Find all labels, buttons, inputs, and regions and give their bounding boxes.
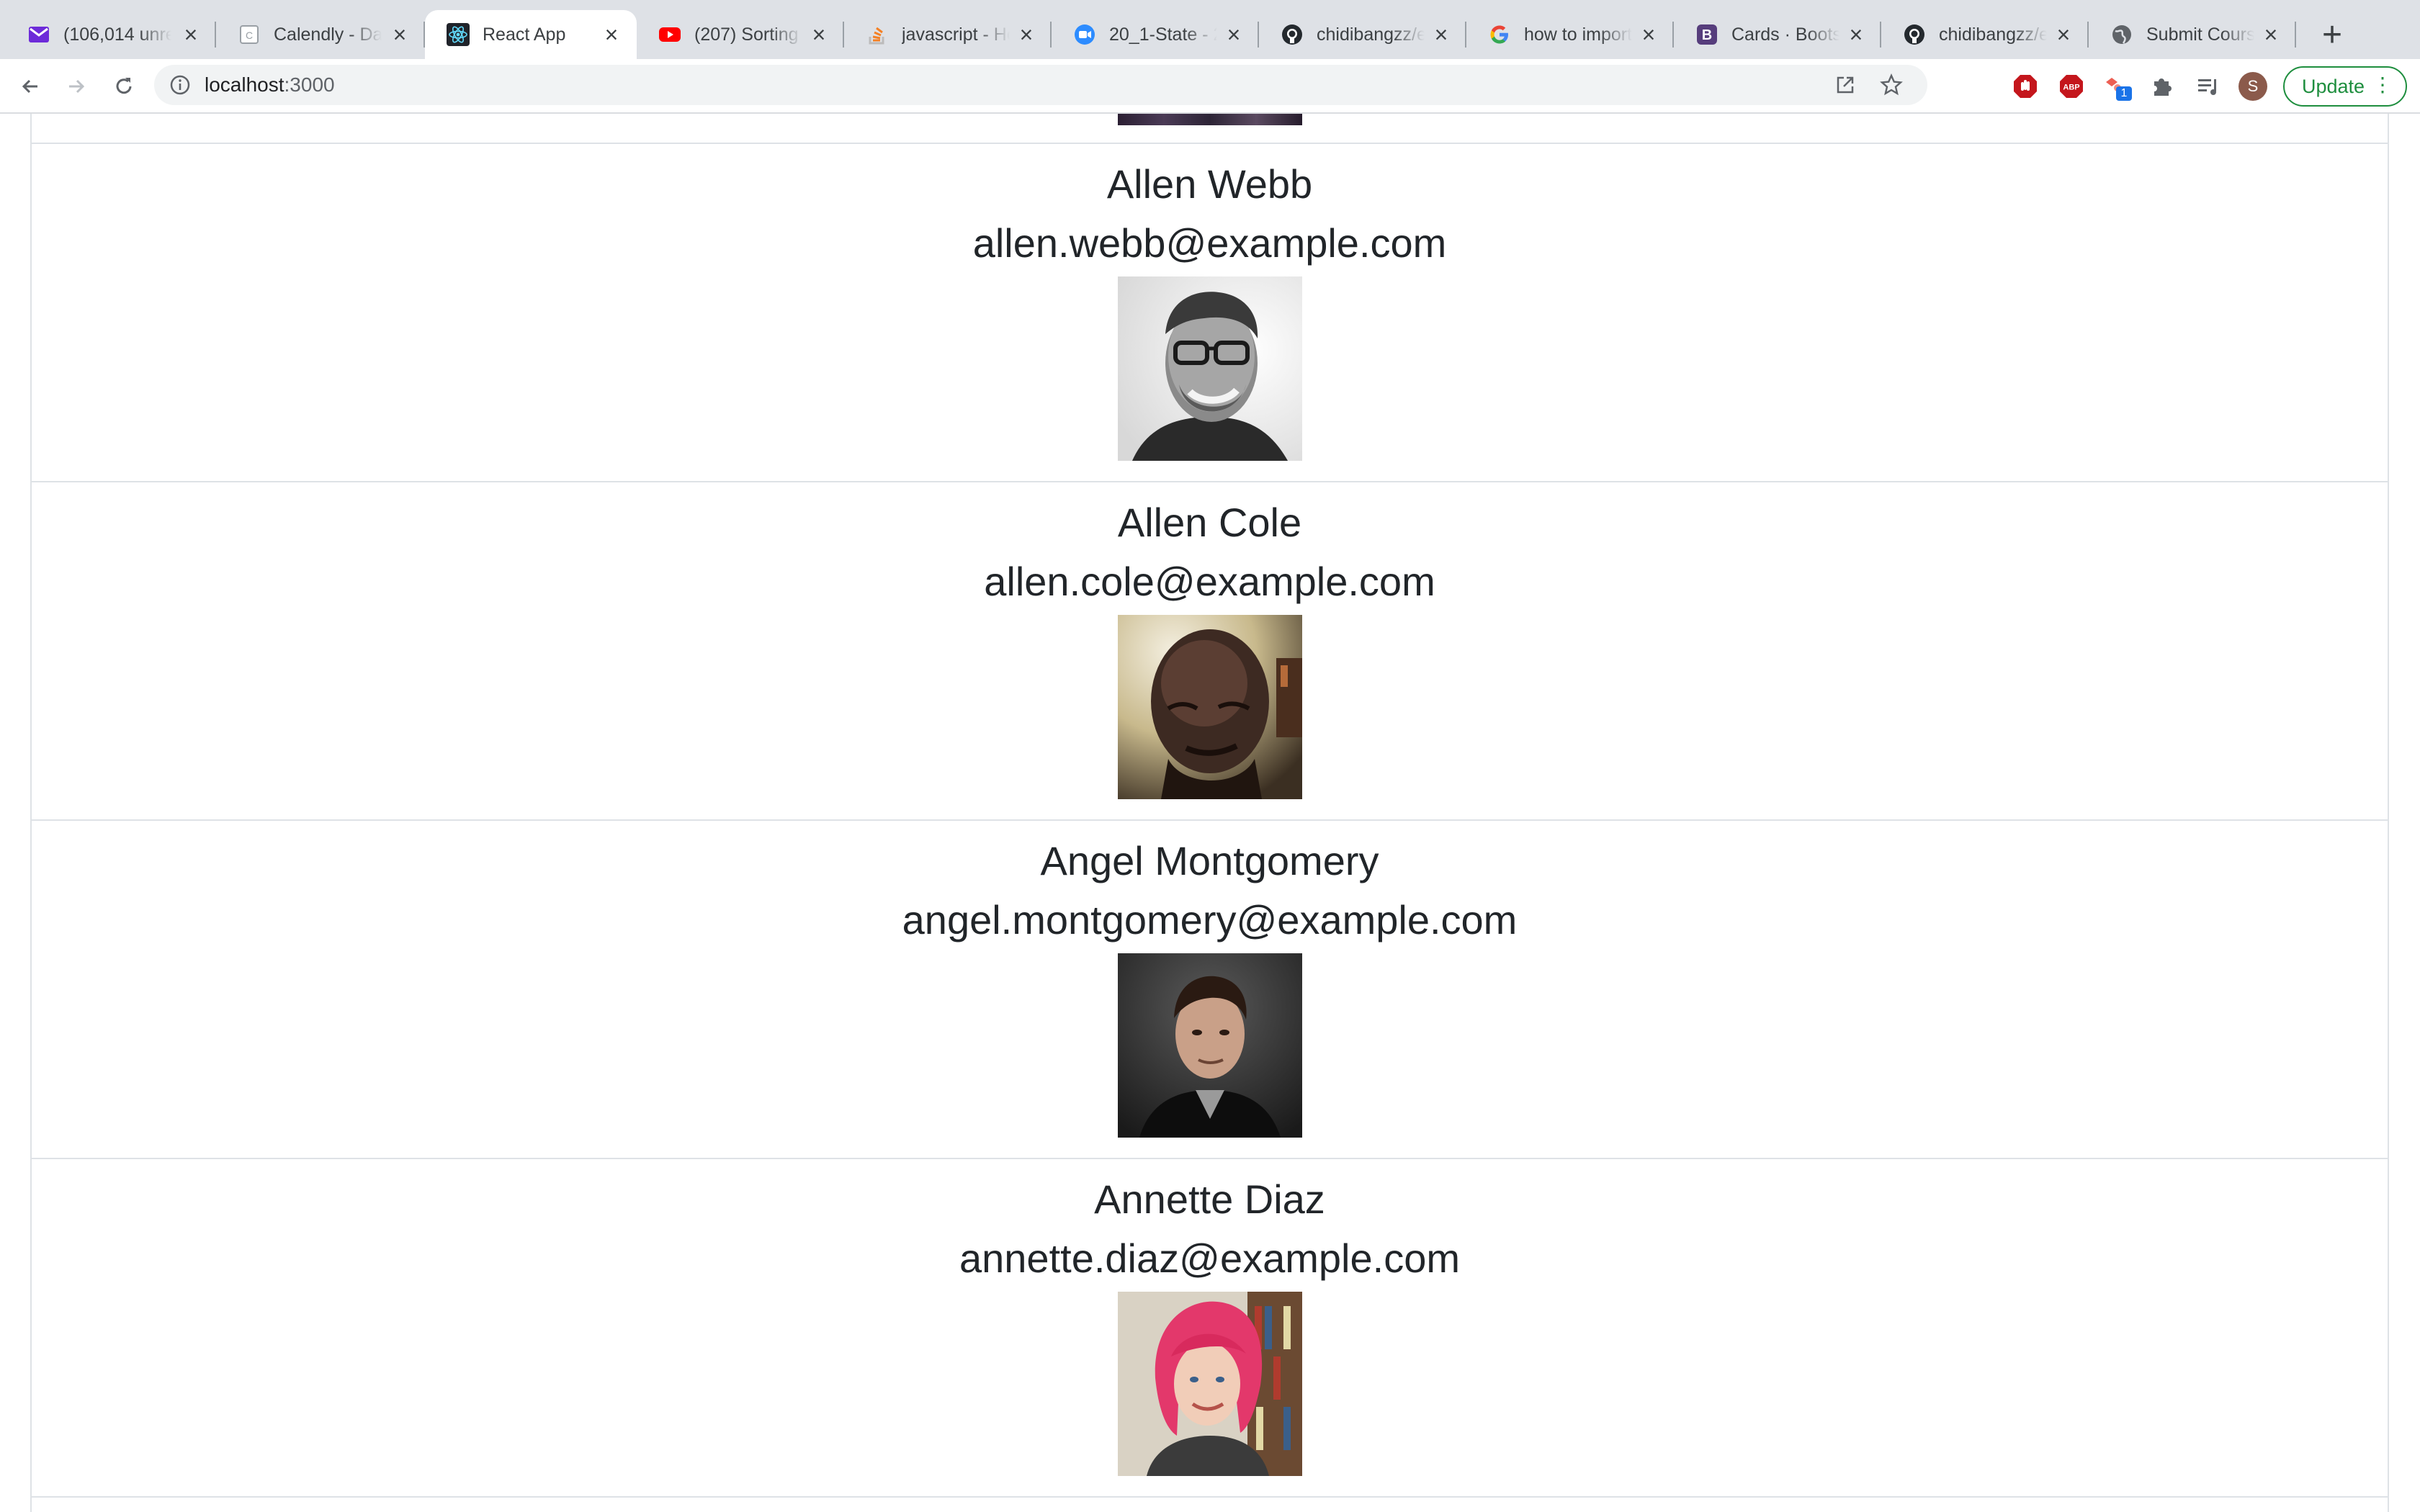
- update-label: Update: [2302, 75, 2365, 97]
- forward-button[interactable]: [59, 69, 94, 104]
- tab-strip: (106,014 unread × C Calendly - Dan × Rea…: [0, 0, 2420, 59]
- url-text: localhost:3000: [205, 73, 335, 96]
- kebab-menu-icon[interactable]: ⋮: [2372, 75, 2393, 95]
- user-photo: [1118, 276, 1302, 461]
- svg-text:B: B: [1702, 27, 1712, 43]
- tab-title: (207) Sorting: [694, 24, 799, 45]
- tab-google[interactable]: how to import ×: [1466, 10, 1674, 59]
- tab-react-app[interactable]: React App ×: [425, 10, 637, 59]
- tab-title: chidibangzz/e: [1939, 24, 2047, 45]
- user-card: Allen Cole allen.cole@example.com: [30, 481, 2389, 819]
- reload-button[interactable]: [107, 69, 141, 104]
- react-icon: [447, 23, 470, 46]
- bookmark-star-icon[interactable]: [1878, 72, 1904, 98]
- user-email: allen.cole@example.com: [984, 559, 1435, 604]
- extension-badge-count: 1: [2116, 86, 2132, 101]
- user-photo: [1118, 1292, 1302, 1476]
- user-email: allen.webb@example.com: [972, 220, 1447, 266]
- tab-title: (106,014 unread: [63, 24, 171, 45]
- close-icon[interactable]: ×: [1222, 22, 1246, 47]
- zoom-icon: [1073, 23, 1096, 46]
- new-tab-button[interactable]: +: [2312, 14, 2352, 55]
- stackoverflow-icon: [866, 23, 889, 46]
- url-host: localhost: [205, 73, 284, 96]
- adblock-icon[interactable]: [2011, 72, 2040, 101]
- back-arrow-icon: [22, 79, 37, 94]
- tab-bootstrap[interactable]: B Cards · Bootstrap ×: [1674, 10, 1881, 59]
- globe-icon: [2110, 23, 2133, 46]
- card-bottom-border: [30, 1496, 2389, 1498]
- tab-title: Calendly - Dan: [274, 24, 382, 45]
- tab-title: how to import: [1524, 24, 1632, 45]
- tab-separator: [2295, 22, 2296, 48]
- close-icon[interactable]: ×: [807, 22, 831, 47]
- user-email: angel.montgomery@example.com: [902, 897, 1518, 942]
- close-icon[interactable]: ×: [387, 22, 412, 47]
- user-name: Annette Diaz: [1094, 1176, 1325, 1222]
- close-icon[interactable]: ×: [599, 22, 624, 47]
- user-name: Allen Cole: [1117, 500, 1302, 545]
- calendly-icon: C: [238, 23, 261, 46]
- tab-title: Submit Course: [2146, 24, 2254, 45]
- user-name: Allen Webb: [1106, 161, 1313, 207]
- github-icon: [1903, 23, 1926, 46]
- google-icon: [1488, 23, 1511, 46]
- tab-title: React App: [483, 24, 566, 45]
- extensions-puzzle-icon[interactable]: [2148, 72, 2177, 101]
- tab-zoom[interactable]: 20_1-State - 2 ×: [1052, 10, 1259, 59]
- reload-icon: [116, 78, 132, 94]
- tab-title: 20_1-State - 2: [1109, 24, 1217, 45]
- close-icon[interactable]: ×: [2051, 22, 2076, 47]
- abp-icon[interactable]: ABP: [2057, 72, 2086, 101]
- close-icon[interactable]: ×: [1429, 22, 1453, 47]
- tab-gmail[interactable]: (106,014 unread ×: [6, 10, 216, 59]
- github-icon: [1281, 23, 1304, 46]
- update-button[interactable]: Update ⋮: [2283, 66, 2407, 107]
- user-card: Allen Webb allen.webb@example.com: [30, 143, 2389, 481]
- tab-github-2[interactable]: chidibangzz/e ×: [1881, 10, 2089, 59]
- site-info-icon[interactable]: [169, 73, 192, 96]
- svg-text:C: C: [246, 30, 253, 41]
- abp-label: ABP: [2063, 84, 2079, 92]
- tab-stackoverflow[interactable]: javascript - How ×: [844, 10, 1052, 59]
- browser-toolbar: localhost:3000 ABP 1 S Update ⋮: [0, 59, 2420, 114]
- media-queue-icon[interactable]: [2194, 72, 2223, 101]
- youtube-icon: [658, 23, 681, 46]
- user-card: Angel Montgomery angel.montgomery@exampl…: [30, 819, 2389, 1158]
- close-icon[interactable]: ×: [1636, 22, 1661, 47]
- bootstrap-icon: B: [1695, 23, 1718, 46]
- tab-github[interactable]: chidibangzz/e ×: [1259, 10, 1466, 59]
- user-card: Annette Diaz annette.diaz@example.com: [30, 1158, 2389, 1496]
- tab-title: chidibangzz/e: [1317, 24, 1425, 45]
- url-port: :3000: [284, 73, 335, 96]
- user-name: Angel Montgomery: [1040, 838, 1379, 883]
- close-icon[interactable]: ×: [1844, 22, 1868, 47]
- back-button[interactable]: [13, 69, 48, 104]
- close-icon[interactable]: ×: [2259, 22, 2283, 47]
- tab-submit-course[interactable]: Submit Course ×: [2089, 10, 2296, 59]
- previous-user-photo: [1118, 114, 1302, 125]
- page-content: Allen Webb allen.webb@example.com Allen …: [0, 114, 2420, 1512]
- tab-title: javascript - How: [902, 24, 1010, 45]
- forward-arrow-icon: [69, 79, 85, 94]
- close-icon[interactable]: ×: [1014, 22, 1039, 47]
- tab-title: Cards · Bootstrap: [1731, 24, 1839, 45]
- tab-youtube[interactable]: (207) Sorting ×: [637, 10, 844, 59]
- close-icon[interactable]: ×: [179, 22, 203, 47]
- profile-avatar[interactable]: S: [2238, 72, 2267, 101]
- address-bar[interactable]: localhost:3000: [154, 65, 1927, 105]
- user-email: annette.diaz@example.com: [959, 1236, 1460, 1281]
- extension-badge-icon[interactable]: 1: [2102, 72, 2132, 101]
- mail-icon: [27, 23, 50, 46]
- open-in-app-icon[interactable]: [1832, 72, 1858, 98]
- user-photo: [1118, 615, 1302, 799]
- user-photo: [1118, 953, 1302, 1138]
- tab-calendly[interactable]: C Calendly - Dan ×: [216, 10, 425, 59]
